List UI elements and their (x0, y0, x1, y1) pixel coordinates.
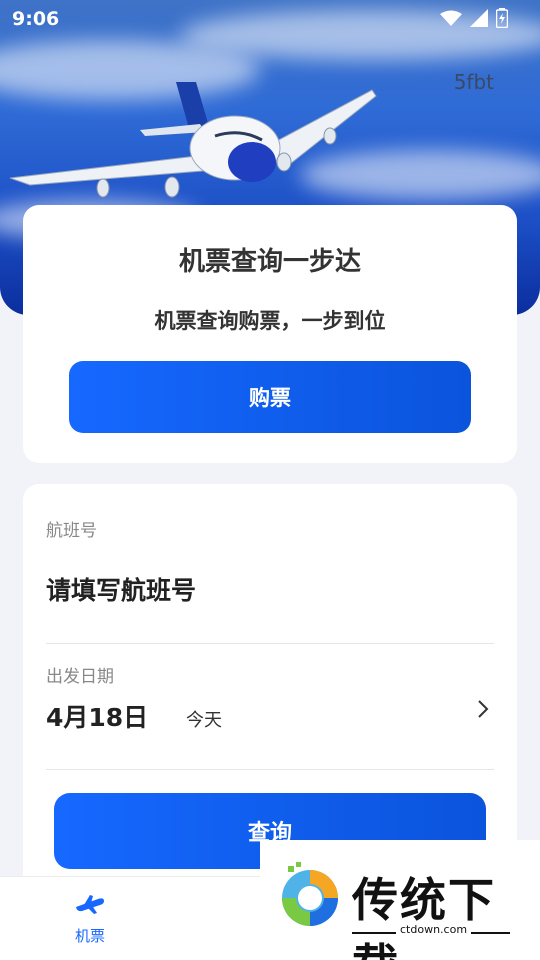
tab-flight[interactable]: 机票 (45, 893, 135, 946)
airplane-illustration (9, 82, 377, 198)
tab-flight-label: 机票 (74, 927, 105, 945)
watermark-domain: ctdown.com (396, 923, 472, 936)
departure-date-selector[interactable]: 4月18日 今天 (46, 696, 494, 736)
promo-title: 机票查询一步达 (178, 247, 361, 277)
divider (46, 769, 494, 770)
flight-number-label: 航班号 (46, 521, 97, 541)
promo-subtitle: 机票查询购票，一步到位 (154, 309, 386, 333)
status-icons (440, 8, 508, 28)
status-time: 9:06 (12, 8, 60, 30)
wifi-icon (440, 10, 462, 26)
promo-card: 机票查询一步达 机票查询购票，一步到位 购票 (23, 205, 517, 463)
watermark: 传统下载 ctdown.com (260, 840, 540, 960)
divider (46, 643, 494, 644)
signal-icon (470, 9, 488, 27)
chevron-right-icon (478, 700, 489, 718)
flight-number-input[interactable] (46, 570, 486, 610)
buy-ticket-button[interactable]: 购票 (69, 361, 471, 433)
departure-date-value: 4月18日 (46, 703, 149, 732)
watermark-logo-icon (282, 862, 338, 926)
watermark-title: 传统下载 (352, 873, 496, 960)
departure-date-hint: 今天 (186, 710, 222, 731)
corner-tag: 5fbt (453, 70, 494, 94)
battery-icon (496, 8, 508, 28)
airplane-icon (76, 895, 104, 914)
status-bar: 9:06 (0, 0, 540, 36)
departure-date-label: 出发日期 (46, 667, 114, 687)
